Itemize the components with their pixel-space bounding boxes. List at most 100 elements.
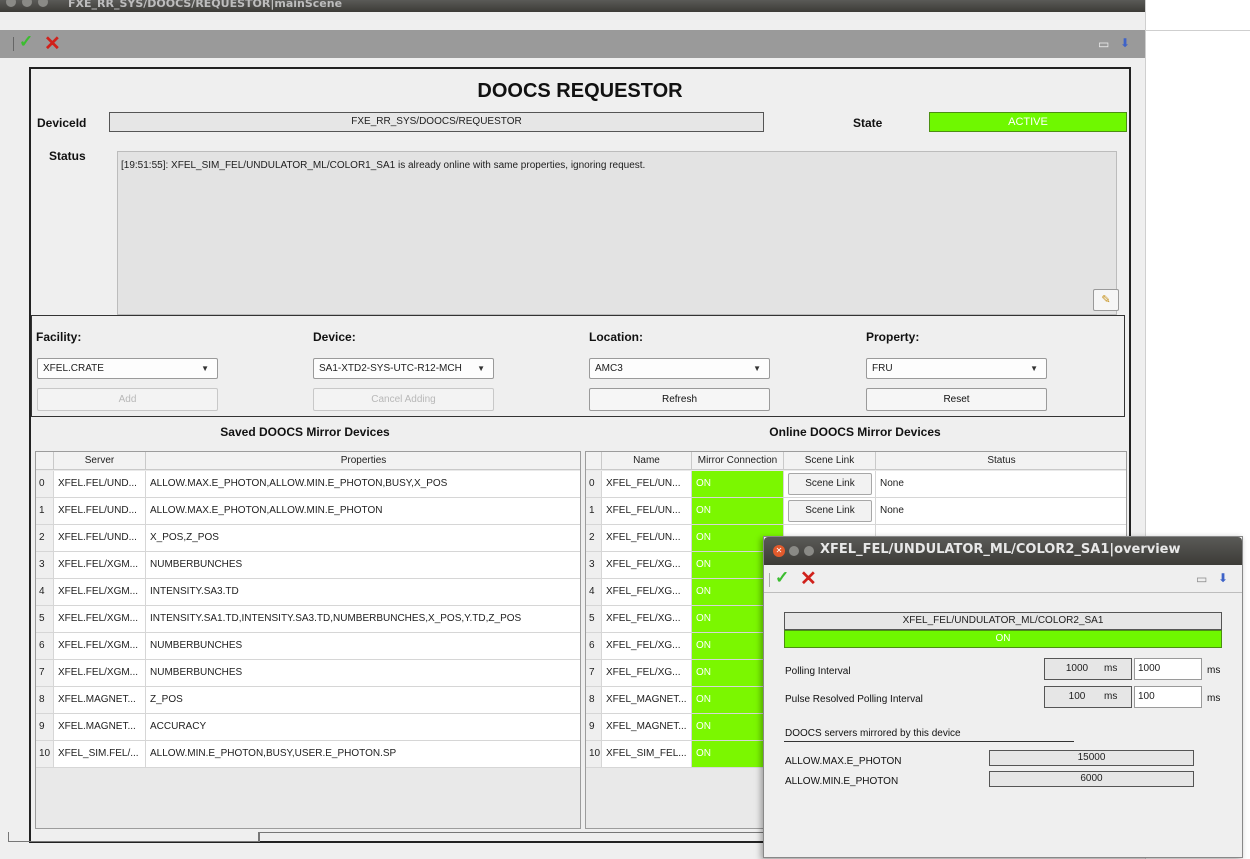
pulse-polling-input[interactable]: 100 [1134,686,1202,708]
table-row[interactable]: 1 XFEL.FEL/UND... ALLOW.MAX.E_PHOTON,ALLOW… [36,498,580,525]
close-icon[interactable] [6,0,16,7]
scene-link-button[interactable]: Scene Link [788,500,872,522]
unit-label: ms [1207,665,1221,676]
reset-button[interactable]: Reset [866,388,1047,411]
row-number: 7 [36,660,54,686]
main-toolbar: ✓ ✕ ▭ ⬇ [0,30,1145,58]
status-cell: None [876,498,1126,524]
table-row[interactable]: 4 XFEL.FEL/XGM... INTENSITY.SA3.TD [36,579,580,606]
name-cell: XFEL_FEL/XG... [602,606,692,632]
cancel-adding-button[interactable]: Cancel Adding [313,388,494,411]
minimize-icon[interactable] [789,546,799,556]
properties-cell: ALLOW.MIN.E_PHOTON,BUSY,USER.E_PHOTON.SP [146,741,580,767]
property-value: 15000 [989,750,1194,766]
row-number: 10 [36,741,54,767]
cross-icon[interactable]: ✕ [800,566,817,591]
toolbar-separator [13,37,14,51]
table-row[interactable]: 3 XFEL.FEL/XGM... NUMBERBUNCHES [36,552,580,579]
connection-badge: ON [784,630,1222,648]
dropdown-arrow-icon: ▼ [477,364,485,373]
property-name: ALLOW.MAX.E_PHOTON [785,756,902,767]
scene-link-button[interactable]: Scene Link [788,473,872,495]
print-icon[interactable]: ▭ [1098,37,1109,51]
properties-cell: ALLOW.MAX.E_PHOTON,ALLOW.MIN.E_PHOTON,BU… [146,471,580,497]
property-select[interactable]: FRU ▼ [866,358,1047,379]
row-number: 9 [36,714,54,740]
column-header-mirror-connection[interactable]: Mirror Connection [692,452,784,470]
print-icon[interactable]: ▭ [1196,572,1207,586]
row-number: 0 [36,471,54,497]
name-cell: XFEL_SIM_FEL... [602,741,692,767]
row-number: 6 [586,633,602,659]
row-number: 2 [586,525,602,551]
server-cell: XFEL.MAGNET... [54,714,146,740]
properties-cell: ALLOW.MAX.E_PHOTON,ALLOW.MIN.E_PHOTON [146,498,580,524]
table-row[interactable]: 2 XFEL.FEL/UND... X_POS,Z_POS [36,525,580,552]
column-header-scene-link[interactable]: Scene Link [784,452,876,470]
name-cell: XFEL_FEL/UN... [602,498,692,524]
close-icon[interactable]: ✕ [773,545,785,557]
row-number: 5 [586,606,602,632]
polling-interval-input[interactable]: 1000 [1134,658,1202,680]
table-row[interactable]: 1 XFEL_FEL/UN... ON Scene Link None [586,498,1126,525]
scene-link-cell: Scene Link [784,471,876,497]
table-row[interactable]: 10 XFEL_SIM.FEL/... ALLOW.MIN.E_PHOTON,BUS… [36,741,580,768]
dropdown-arrow-icon: ▼ [201,364,209,373]
table-row[interactable]: 0 XFEL.FEL/UND... ALLOW.MAX.E_PHOTON,ALLOW… [36,471,580,498]
property-name: ALLOW.MIN.E_PHOTON [785,776,899,787]
refresh-button[interactable]: Refresh [589,388,770,411]
maximize-icon[interactable] [804,546,814,556]
table-header: Name Mirror Connection Scene Link Status [586,452,1126,470]
saved-devices-title: Saved DOOCS Mirror Devices [220,425,390,439]
table-row[interactable]: 6 XFEL.FEL/XGM... NUMBERBUNCHES [36,633,580,660]
table-row[interactable]: 5 XFEL.FEL/XGM... INTENSITY.SA1.TD,INTENSI… [36,606,580,633]
state-badge: ACTIVE [929,112,1127,132]
maximize-icon[interactable] [38,0,48,7]
table-row[interactable]: 0 XFEL_FEL/UN... ON Scene Link None [586,471,1126,498]
window-title: FXE_RR_SYS/DOOCS/REQUESTOR|mainScene [68,0,343,10]
device-select[interactable]: SA1-XTD2-SYS-UTC-R12-MCH ▼ [313,358,494,379]
download-icon[interactable]: ⬇ [1218,571,1228,585]
row-number: 7 [586,660,602,686]
table-header: Server Properties [36,452,580,470]
dropdown-arrow-icon: ▼ [1030,364,1038,373]
status-label: Status [49,149,86,163]
table-row[interactable]: 8 XFEL.MAGNET... Z_POS [36,687,580,714]
column-header-status[interactable]: Status [876,452,1126,470]
table-row[interactable]: 9 XFEL.MAGNET... ACCURACY [36,714,580,741]
server-cell: XFEL.FEL/UND... [54,498,146,524]
page-title: DOOCS REQUESTOR [477,80,683,102]
row-number: 5 [36,606,54,632]
row-number: 10 [586,741,602,767]
table-row[interactable]: 7 XFEL.FEL/XGM... NUMBERBUNCHES [36,660,580,687]
unit-label: ms [1207,693,1221,704]
check-icon[interactable]: ✓ [19,32,33,52]
cross-icon[interactable]: ✕ [44,31,61,56]
main-titlebar[interactable]: FXE_RR_SYS/DOOCS/REQUESTOR|mainScene [0,0,1145,12]
row-number: 3 [586,552,602,578]
mirror-connection-cell: ON [692,471,784,497]
facility-label: Facility: [36,330,82,344]
popup-titlebar[interactable]: ✕ XFEL_FEL/UNDULATOR_ML/COLOR2_SA1|overv… [764,537,1242,565]
status-log[interactable]: [19:51:55]: XFEL_SIM_FEL/UNDULATOR_ML/CO… [117,151,1117,315]
device-id-field: FXE_RR_SYS/DOOCS/REQUESTOR [109,112,764,132]
server-cell: XFEL_SIM.FEL/... [54,741,146,767]
minimize-icon[interactable] [22,0,32,7]
saved-devices-table[interactable]: Server Properties 0 XFEL.FEL/UND... ALLOW.… [35,451,581,829]
clear-log-button[interactable]: ✎ [1093,289,1119,311]
check-icon[interactable]: ✓ [775,568,789,588]
divider [1145,30,1250,31]
facility-select[interactable]: XFEL.CRATE ▼ [37,358,218,379]
download-icon[interactable]: ⬇ [1120,36,1130,50]
column-header-properties[interactable]: Properties [146,452,580,470]
column-header-server[interactable]: Server [54,452,146,470]
column-header-name[interactable]: Name [602,452,692,470]
properties-cell: INTENSITY.SA1.TD,INTENSITY.SA3.TD,NUMBER… [146,606,580,632]
server-cell: XFEL.FEL/XGM... [54,633,146,659]
row-number: 4 [586,579,602,605]
server-cell: XFEL.FEL/UND... [54,525,146,551]
add-button[interactable]: Add [37,388,218,411]
row-number: 4 [36,579,54,605]
properties-cell: INTENSITY.SA3.TD [146,579,580,605]
location-select[interactable]: AMC3 ▼ [589,358,770,379]
